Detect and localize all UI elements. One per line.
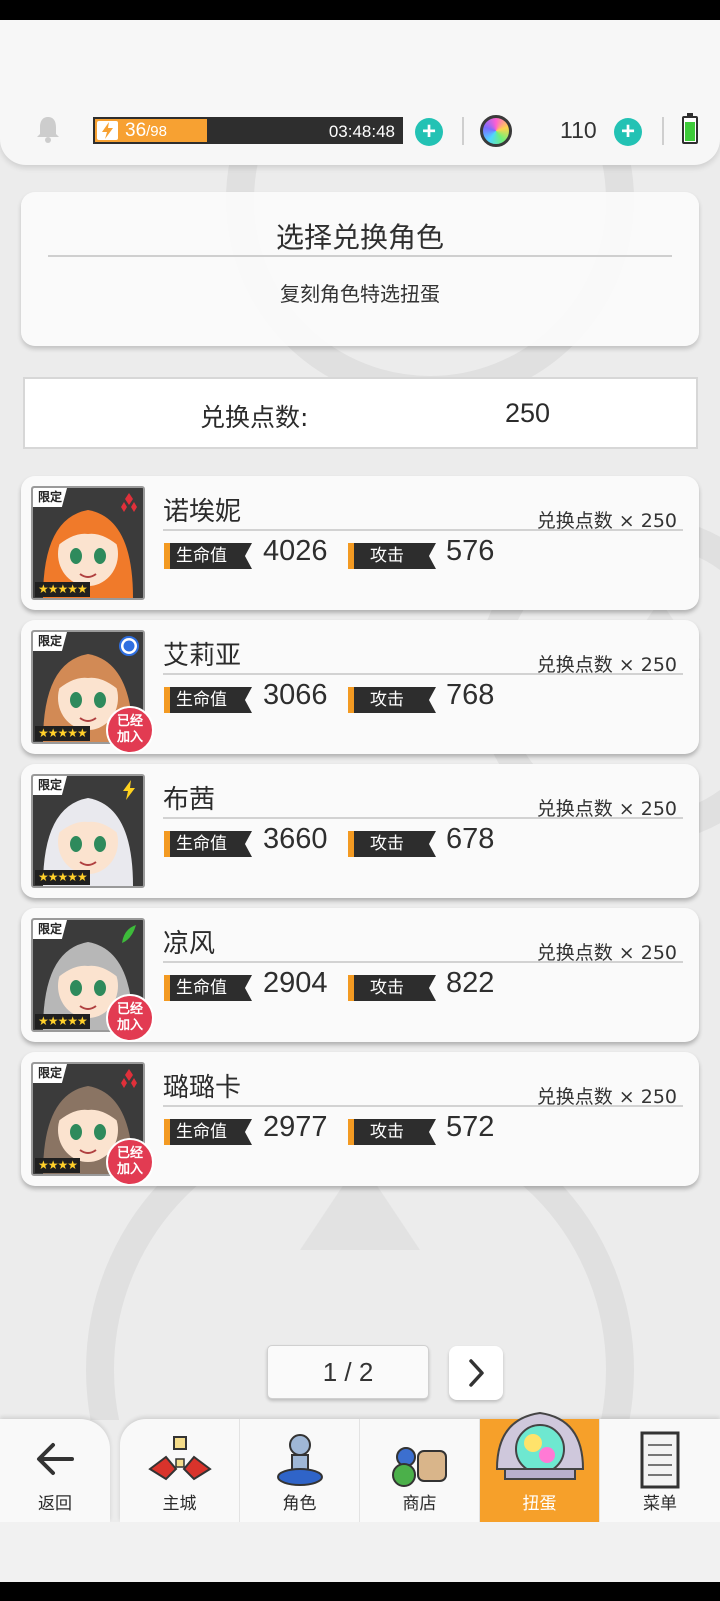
attack-label: 攻击 [348, 975, 436, 1001]
nav-label: 角色 [282, 1494, 317, 1514]
limited-badge: 限定 [33, 1064, 68, 1083]
hp-value: 4026 [263, 535, 328, 567]
attack-value: 576 [446, 535, 495, 567]
attack-label: 攻击 [348, 1119, 436, 1145]
rarity-stars: ★★★★★ [35, 1014, 90, 1029]
attack-value: 768 [446, 679, 495, 711]
nav-item-home[interactable]: 主城 [120, 1419, 240, 1522]
lightning-icon [97, 121, 118, 140]
system-nav-bar [0, 1582, 720, 1601]
rarity-stars: ★★★★★ [35, 870, 90, 885]
menu-icon [640, 1431, 680, 1489]
exchange-points-label: 兑换点数: [200, 403, 309, 432]
hp-label: 生命值 [164, 543, 252, 569]
stamina-timer: 03:48:48 [328, 122, 395, 141]
castle-icon [148, 1436, 212, 1481]
rarity-stars: ★★★★★ [35, 582, 90, 597]
attack-value: 822 [446, 967, 495, 999]
divider [163, 1105, 683, 1107]
back-label: 返回 [38, 1494, 72, 1514]
divider [48, 255, 672, 257]
add-gem-button[interactable]: + [614, 118, 642, 146]
hp-label: 生命值 [164, 975, 252, 1001]
character-icon [277, 1434, 323, 1486]
red-diamond-icon [121, 493, 137, 512]
nav-label: 主城 [162, 1494, 197, 1514]
divider [163, 529, 683, 531]
character-portrait: 限定 ★★★★★ [31, 774, 145, 888]
nav-item-menu[interactable]: 菜单 [600, 1419, 720, 1522]
back-arrow-icon [37, 1443, 74, 1475]
limited-badge: 限定 [33, 776, 68, 795]
page-subtitle: 复刻角色特选扭蛋 [280, 282, 440, 306]
nav-label: 商店 [402, 1494, 437, 1514]
hp-value: 2904 [263, 967, 328, 999]
shop-icon [392, 1447, 447, 1487]
bottom-nav: 主城 角色 商店 扭蛋 菜单 [120, 1411, 720, 1522]
add-stamina-button[interactable]: + [415, 118, 443, 146]
character-name: 璐璐卡 [163, 1073, 242, 1103]
attack-label: 攻击 [348, 687, 436, 713]
character-row[interactable]: 限定 ★★★★★ 布茜 兑换点数 × 250 生命值 3660 攻击 678 [21, 764, 699, 898]
character-row[interactable]: 限定 ★★★★★ 已经 加入 凉风 兑换点数 × 250 生命值 2904 攻击 … [21, 908, 699, 1042]
green-leaf-icon [122, 925, 136, 943]
nav-label: 扭蛋 [522, 1494, 557, 1514]
rarity-stars: ★★★★★ [35, 726, 90, 741]
rarity-stars: ★★★★ [35, 1158, 81, 1173]
attack-label: 攻击 [348, 831, 436, 857]
character-row[interactable]: 限定 ★★★★ 已经 加入 璐璐卡 兑换点数 × 250 生命值 2977 攻击 … [21, 1052, 699, 1186]
yellow-bolt-icon [123, 780, 135, 800]
limited-badge: 限定 [33, 488, 68, 507]
hp-value: 3660 [263, 823, 328, 855]
blue-circle-icon [119, 636, 139, 656]
character-name: 诺埃妮 [163, 497, 242, 527]
character-row[interactable]: 限定 ★★★★★ 诺埃妮 兑换点数 × 250 生命值 4026 攻击 576 [21, 476, 699, 610]
attack-label: 攻击 [348, 543, 436, 569]
chevron-right-icon [469, 1359, 484, 1387]
nav-item-character[interactable]: 角色 [240, 1419, 360, 1522]
gem-icon [480, 115, 512, 147]
character-row[interactable]: 限定 ★★★★★ 已经 加入 艾莉亚 兑换点数 × 250 生命值 3066 攻击… [21, 620, 699, 754]
attack-value: 678 [446, 823, 495, 855]
character-name: 布茜 [163, 785, 216, 815]
stamina-value: 36/98 [125, 120, 167, 141]
nav-item-gacha[interactable]: 扭蛋 [480, 1411, 600, 1522]
exchange-points-value: 250 [505, 398, 551, 428]
hp-value: 3066 [263, 679, 328, 711]
hp-label: 生命值 [164, 1119, 252, 1145]
limited-badge: 限定 [33, 632, 68, 651]
stamina-bar: 36/98 03:48:48 [93, 117, 403, 144]
attack-value: 572 [446, 1111, 495, 1143]
hp-label: 生命值 [164, 831, 252, 857]
hp-label: 生命值 [164, 687, 252, 713]
divider [163, 961, 683, 963]
next-page-button[interactable] [449, 1346, 503, 1400]
limited-badge: 限定 [33, 920, 68, 939]
bottom-strip [0, 1522, 720, 1582]
exchange-points-box: 兑换点数: 250 [23, 377, 698, 449]
divider [163, 673, 683, 675]
divider [462, 117, 464, 145]
battery-icon [682, 113, 698, 144]
divider [163, 817, 683, 819]
joined-badge: 已经 加入 [106, 706, 154, 754]
nav-label: 菜单 [643, 1494, 677, 1514]
nav-item-shop[interactable]: 商店 [360, 1419, 480, 1522]
gacha-icon [495, 1411, 585, 1480]
notification-bell-icon[interactable] [33, 114, 63, 144]
red-diamond-icon [121, 1069, 137, 1088]
header-card: 选择兑换角色 复刻角色特选扭蛋 [21, 192, 699, 346]
page-indicator: 1 / 2 [267, 1345, 429, 1399]
joined-badge: 已经 加入 [106, 994, 154, 1042]
status-bar [0, 0, 720, 20]
page-title: 选择兑换角色 [275, 221, 444, 254]
back-button[interactable]: 返回 [0, 1419, 110, 1522]
character-portrait: 限定 ★★★★★ [31, 486, 145, 600]
character-name: 艾莉亚 [163, 641, 242, 671]
hp-value: 2977 [263, 1111, 328, 1143]
gem-count: 110 [560, 117, 597, 143]
character-name: 凉风 [163, 929, 216, 959]
divider [662, 117, 664, 145]
joined-badge: 已经 加入 [106, 1138, 154, 1186]
